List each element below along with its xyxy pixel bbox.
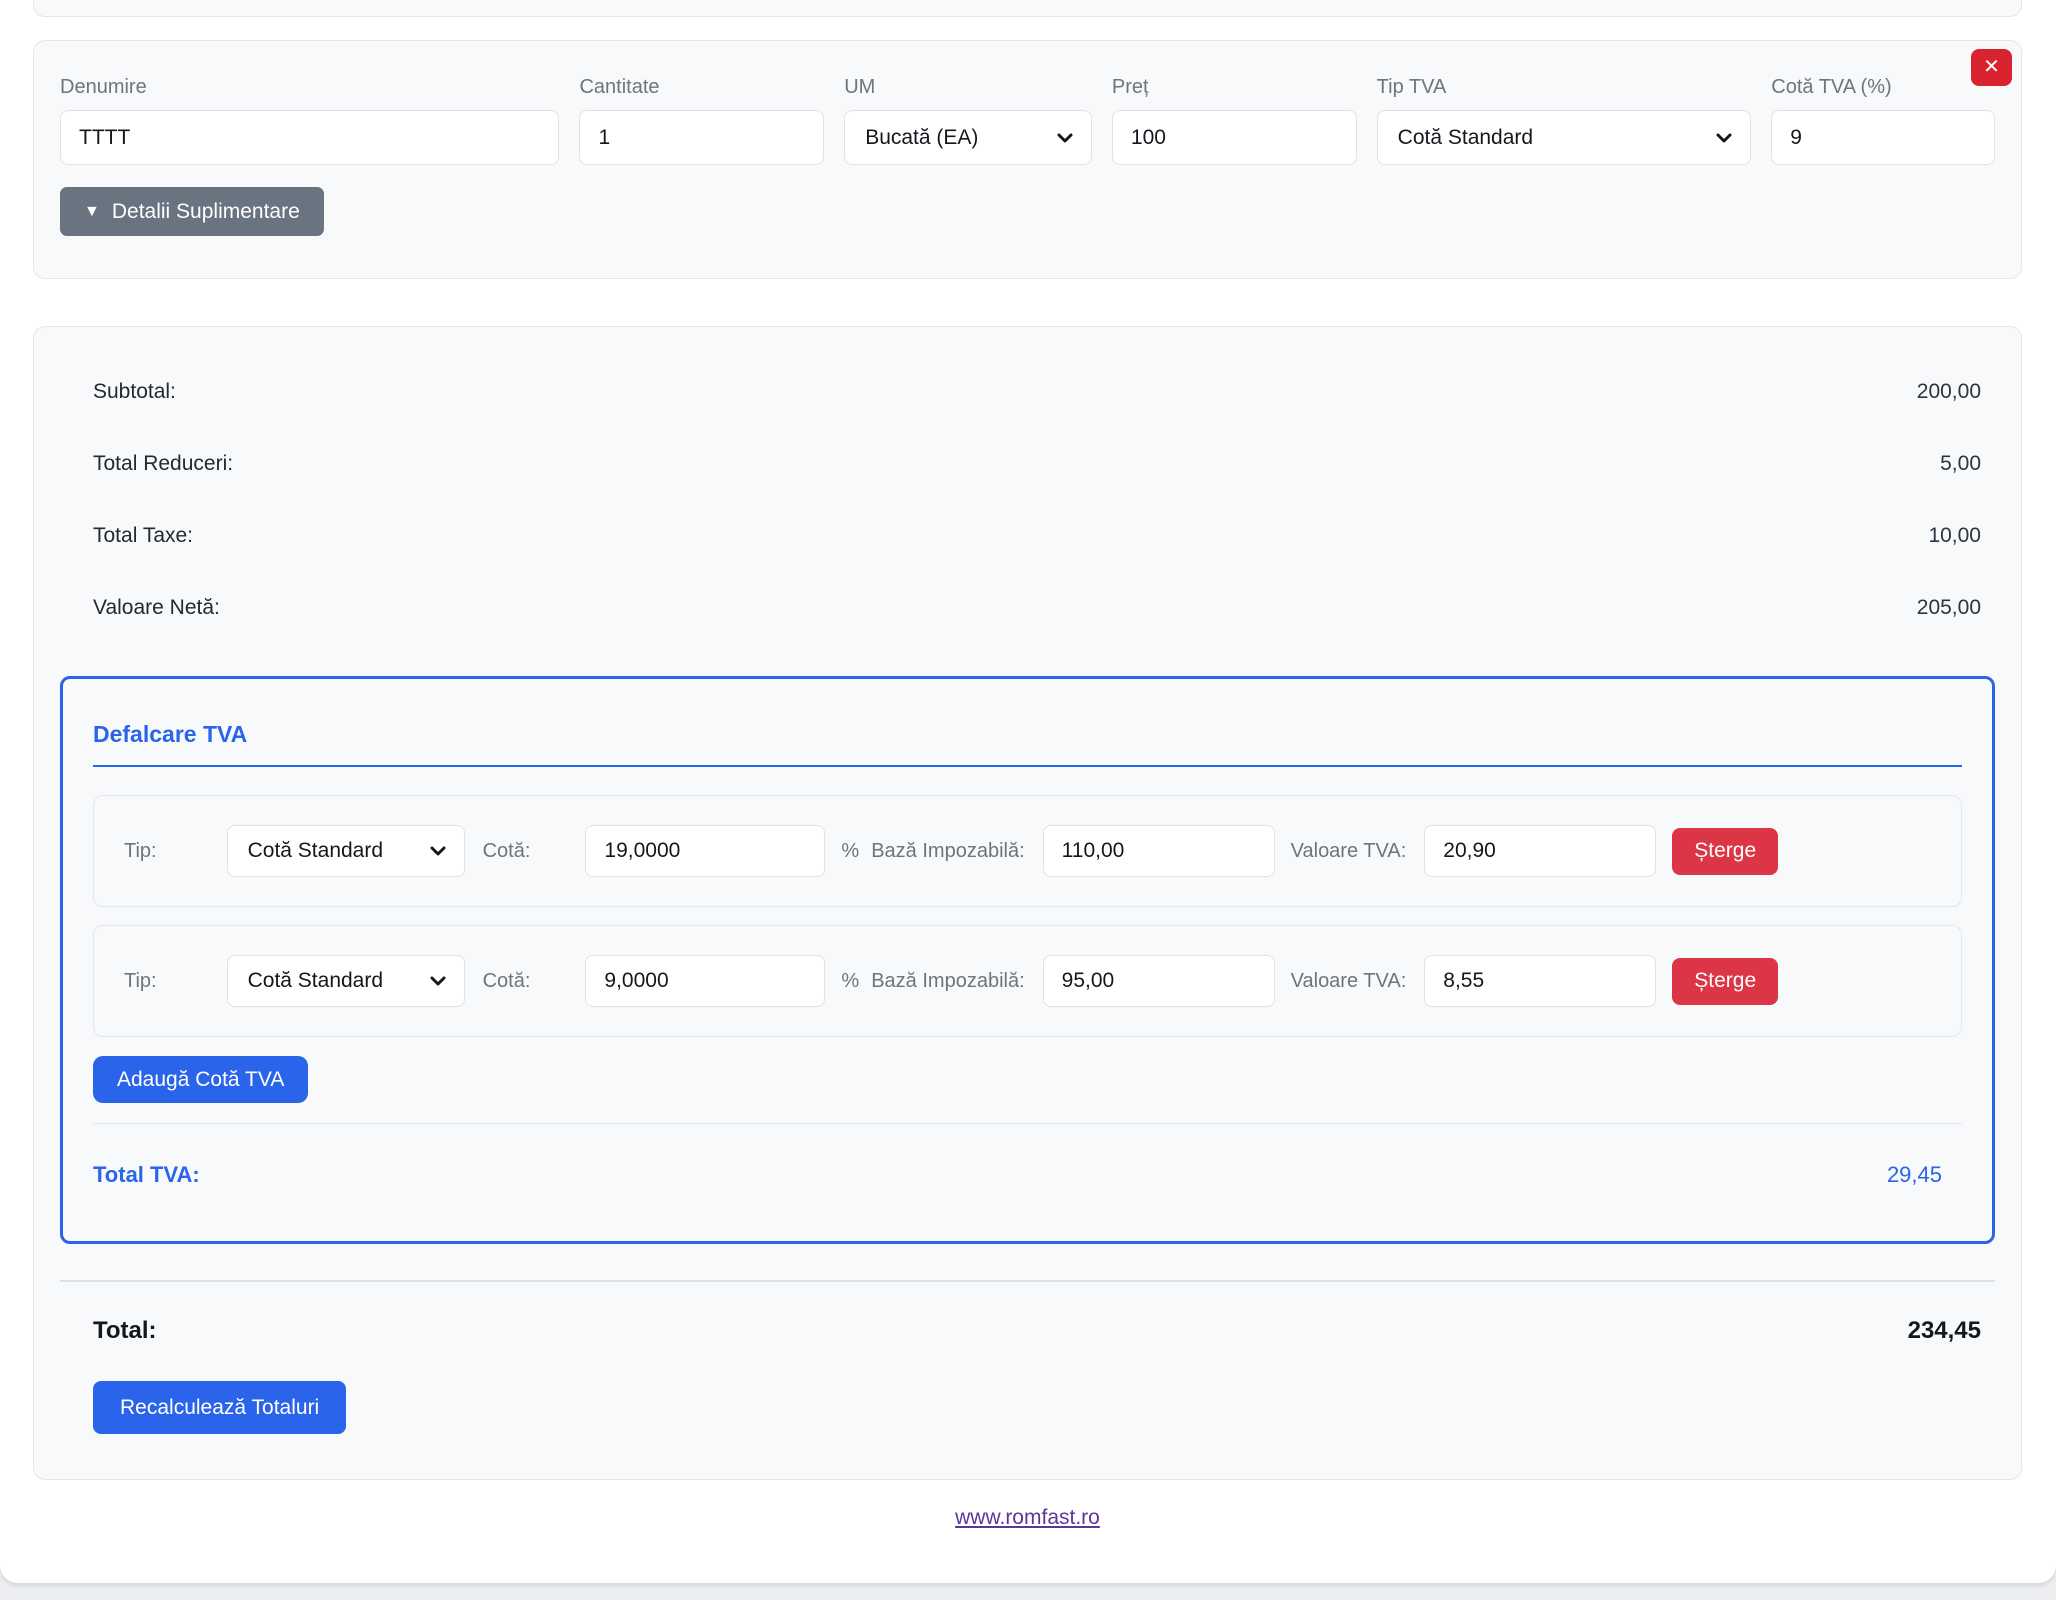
um-select-value: Bucată (EA) bbox=[865, 126, 978, 150]
item-fields-row: Denumire Cantitate UM Bucată (EA) bbox=[60, 74, 1995, 165]
vat-rate-input[interactable] bbox=[585, 825, 825, 877]
field-cantitate: Cantitate bbox=[579, 74, 824, 165]
vat-amount-label: Valoare TVA: bbox=[1291, 970, 1407, 993]
close-icon: ✕ bbox=[1983, 56, 2000, 78]
triangle-down-icon: ▼ bbox=[84, 203, 100, 221]
field-cota-tva: Cotă TVA (%) bbox=[1771, 74, 1995, 165]
chevron-down-icon bbox=[428, 971, 448, 991]
vat-row: Tip: Cotă Standard Cotă: % Bază Impozabi… bbox=[93, 795, 1962, 907]
vat-base-label: Bază Impozabilă: bbox=[871, 840, 1024, 863]
pret-label: Preț bbox=[1112, 74, 1357, 101]
tip-tva-select[interactable]: Cotă Standard bbox=[1377, 110, 1752, 165]
chevron-down-icon bbox=[1714, 128, 1734, 148]
vat-rate-input[interactable] bbox=[585, 955, 825, 1007]
total-reduceri-value: 5,00 bbox=[1940, 449, 1981, 478]
vat-base-input[interactable] bbox=[1043, 825, 1275, 877]
vat-base-label: Bază Impozabilă: bbox=[871, 970, 1024, 993]
vat-base-input[interactable] bbox=[1043, 955, 1275, 1007]
romfast-link[interactable]: www.romfast.ro bbox=[955, 1506, 1100, 1529]
vat-total-row: Total TVA: 29,45 bbox=[93, 1160, 1962, 1189]
vat-rate-label: Cotă: bbox=[483, 970, 531, 993]
vat-breakdown-section: Defalcare TVA Tip: Cotă Standard Cotă: %… bbox=[60, 676, 1995, 1244]
field-tip-tva: Tip TVA Cotă Standard bbox=[1377, 74, 1752, 165]
cota-tva-input[interactable] bbox=[1771, 110, 1995, 165]
grand-total-value: 234,45 bbox=[1908, 1316, 1981, 1346]
totals-row: Subtotal: 200,00 bbox=[60, 377, 1995, 406]
vat-rate-label: Cotă: bbox=[483, 840, 531, 863]
details-toggle-button[interactable]: ▼ Detalii Suplimentare bbox=[60, 187, 324, 236]
close-item-button[interactable]: ✕ bbox=[1971, 49, 2012, 86]
vat-row: Tip: Cotă Standard Cotă: % Bază Impozabi… bbox=[93, 925, 1962, 1037]
vat-title-divider bbox=[93, 765, 1962, 767]
subtotal-value: 200,00 bbox=[1917, 377, 1981, 406]
field-pret: Preț bbox=[1112, 74, 1357, 165]
vat-total-value: 29,45 bbox=[1887, 1160, 1942, 1189]
percent-sign: % bbox=[841, 840, 859, 863]
total-reduceri-label: Total Reduceri: bbox=[93, 449, 233, 478]
cota-tva-label: Cotă TVA (%) bbox=[1771, 74, 1995, 101]
grand-total-row: Total: 234,45 bbox=[60, 1316, 1995, 1346]
vat-type-select-value: Cotă Standard bbox=[248, 839, 383, 863]
valoare-neta-value: 205,00 bbox=[1917, 593, 1981, 622]
delete-vat-button[interactable]: Șterge bbox=[1672, 828, 1778, 875]
recalculate-totals-button[interactable]: Recalculează Totaluri bbox=[93, 1381, 346, 1434]
item-form-card: ✕ Denumire Cantitate UM Bucată (EA) bbox=[33, 40, 2022, 279]
vat-amount-input[interactable] bbox=[1424, 955, 1656, 1007]
vat-section-divider bbox=[93, 1123, 1962, 1124]
grand-total-divider bbox=[60, 1280, 1995, 1282]
grand-total-label: Total: bbox=[93, 1316, 157, 1346]
tip-tva-select-value: Cotă Standard bbox=[1398, 126, 1533, 150]
chevron-down-icon bbox=[428, 841, 448, 861]
cantitate-input[interactable] bbox=[579, 110, 824, 165]
totals-card: Subtotal: 200,00 Total Reduceri: 5,00 To… bbox=[33, 326, 2022, 1480]
pret-input[interactable] bbox=[1112, 110, 1357, 165]
vat-breakdown-title: Defalcare TVA bbox=[93, 719, 1962, 749]
total-taxe-label: Total Taxe: bbox=[93, 521, 193, 550]
totals-row: Total Taxe: 10,00 bbox=[60, 521, 1995, 550]
vat-type-select-value: Cotă Standard bbox=[248, 969, 383, 993]
chevron-down-icon bbox=[1055, 128, 1075, 148]
vat-type-select[interactable]: Cotă Standard bbox=[227, 955, 465, 1007]
vat-type-label: Tip: bbox=[124, 970, 157, 993]
add-vat-rate-button[interactable]: Adaugă Cotă TVA bbox=[93, 1056, 308, 1103]
vat-type-label: Tip: bbox=[124, 840, 157, 863]
vat-amount-input[interactable] bbox=[1424, 825, 1656, 877]
details-toggle-label: Detalii Suplimentare bbox=[112, 200, 300, 224]
valoare-neta-label: Valoare Netă: bbox=[93, 593, 220, 622]
delete-vat-button[interactable]: Șterge bbox=[1672, 958, 1778, 1005]
previous-item-card-partial bbox=[33, 0, 2022, 17]
um-label: UM bbox=[844, 74, 1092, 101]
um-select[interactable]: Bucată (EA) bbox=[844, 110, 1092, 165]
cantitate-label: Cantitate bbox=[579, 74, 824, 101]
tip-tva-label: Tip TVA bbox=[1377, 74, 1752, 101]
subtotal-label: Subtotal: bbox=[93, 377, 176, 406]
denumire-input[interactable] bbox=[60, 110, 559, 165]
vat-total-label: Total TVA: bbox=[93, 1160, 200, 1189]
total-taxe-value: 10,00 bbox=[1928, 521, 1981, 550]
vat-type-select[interactable]: Cotă Standard bbox=[227, 825, 465, 877]
percent-sign: % bbox=[841, 970, 859, 993]
totals-row: Total Reduceri: 5,00 bbox=[60, 449, 1995, 478]
main-panel: ✕ Denumire Cantitate UM Bucată (EA) bbox=[0, 0, 2056, 1583]
field-denumire: Denumire bbox=[60, 74, 559, 165]
totals-row: Valoare Netă: 205,00 bbox=[60, 593, 1995, 622]
footer: www.romfast.ro bbox=[33, 1506, 2022, 1530]
field-um: UM Bucată (EA) bbox=[844, 74, 1092, 165]
denumire-label: Denumire bbox=[60, 74, 559, 101]
vat-amount-label: Valoare TVA: bbox=[1291, 840, 1407, 863]
